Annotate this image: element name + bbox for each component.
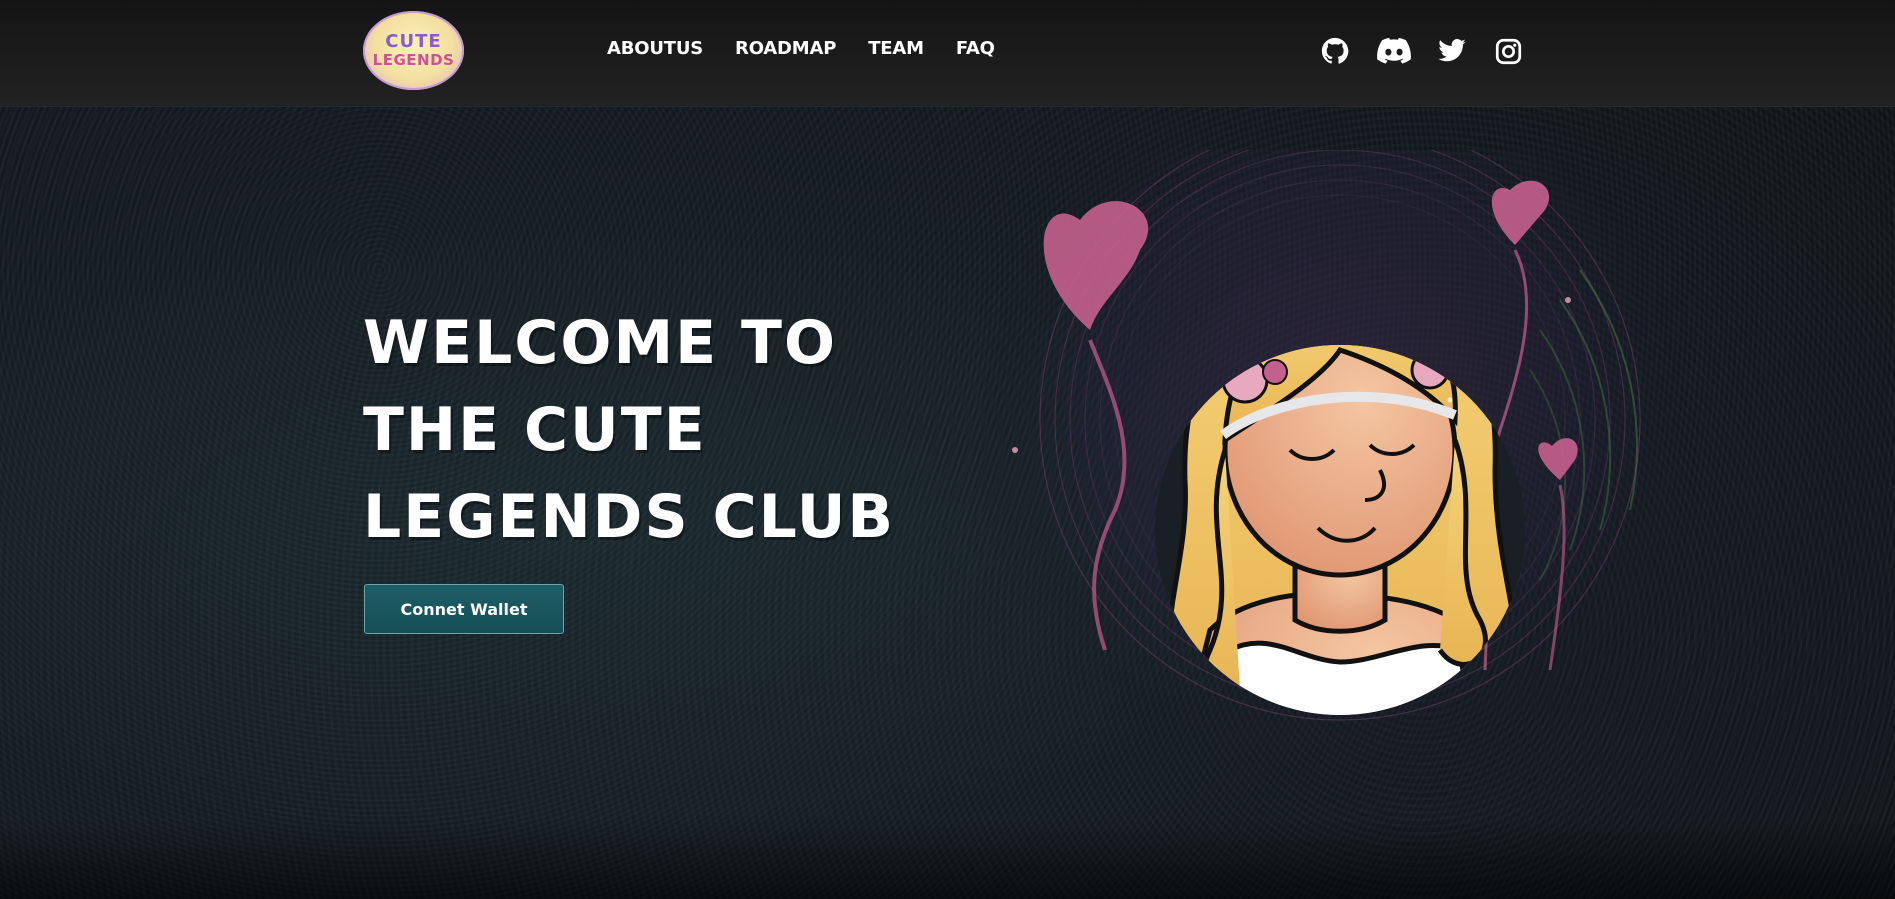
nav-link-team[interactable]: TEAM	[868, 38, 924, 59]
main-nav: ABOUTUS ROADMAP TEAM FAQ	[607, 38, 1027, 59]
top-navbar: CUTE LEGENDS ABOUTUS ROADMAP TEAM FAQ	[0, 0, 1895, 107]
github-icon[interactable]	[1320, 36, 1350, 66]
hero-heading-line: LEGENDS CLUB	[363, 482, 896, 552]
connect-wallet-button[interactable]: Connet Wallet	[364, 584, 564, 634]
hero-heading-line: THE CUTE	[363, 395, 707, 465]
hero-heading-line: WELCOME TO	[363, 308, 837, 378]
logo-text-top: CUTE	[385, 31, 442, 52]
instagram-icon[interactable]	[1495, 38, 1522, 65]
bottom-fade	[0, 819, 1895, 899]
logo-text-bottom: LEGENDS	[372, 51, 455, 69]
nav-link-roadmap[interactable]: ROADMAP	[735, 38, 836, 59]
nav-link-faq[interactable]: FAQ	[956, 38, 995, 59]
hero-illustration	[980, 150, 1680, 790]
brand-logo[interactable]: CUTE LEGENDS	[363, 11, 464, 90]
hero-heading: WELCOME TO THE CUTE LEGENDS CLUB	[363, 300, 895, 561]
discord-icon[interactable]	[1377, 36, 1411, 66]
twitter-icon[interactable]	[1437, 36, 1467, 66]
nav-link-aboutus[interactable]: ABOUTUS	[607, 38, 703, 59]
